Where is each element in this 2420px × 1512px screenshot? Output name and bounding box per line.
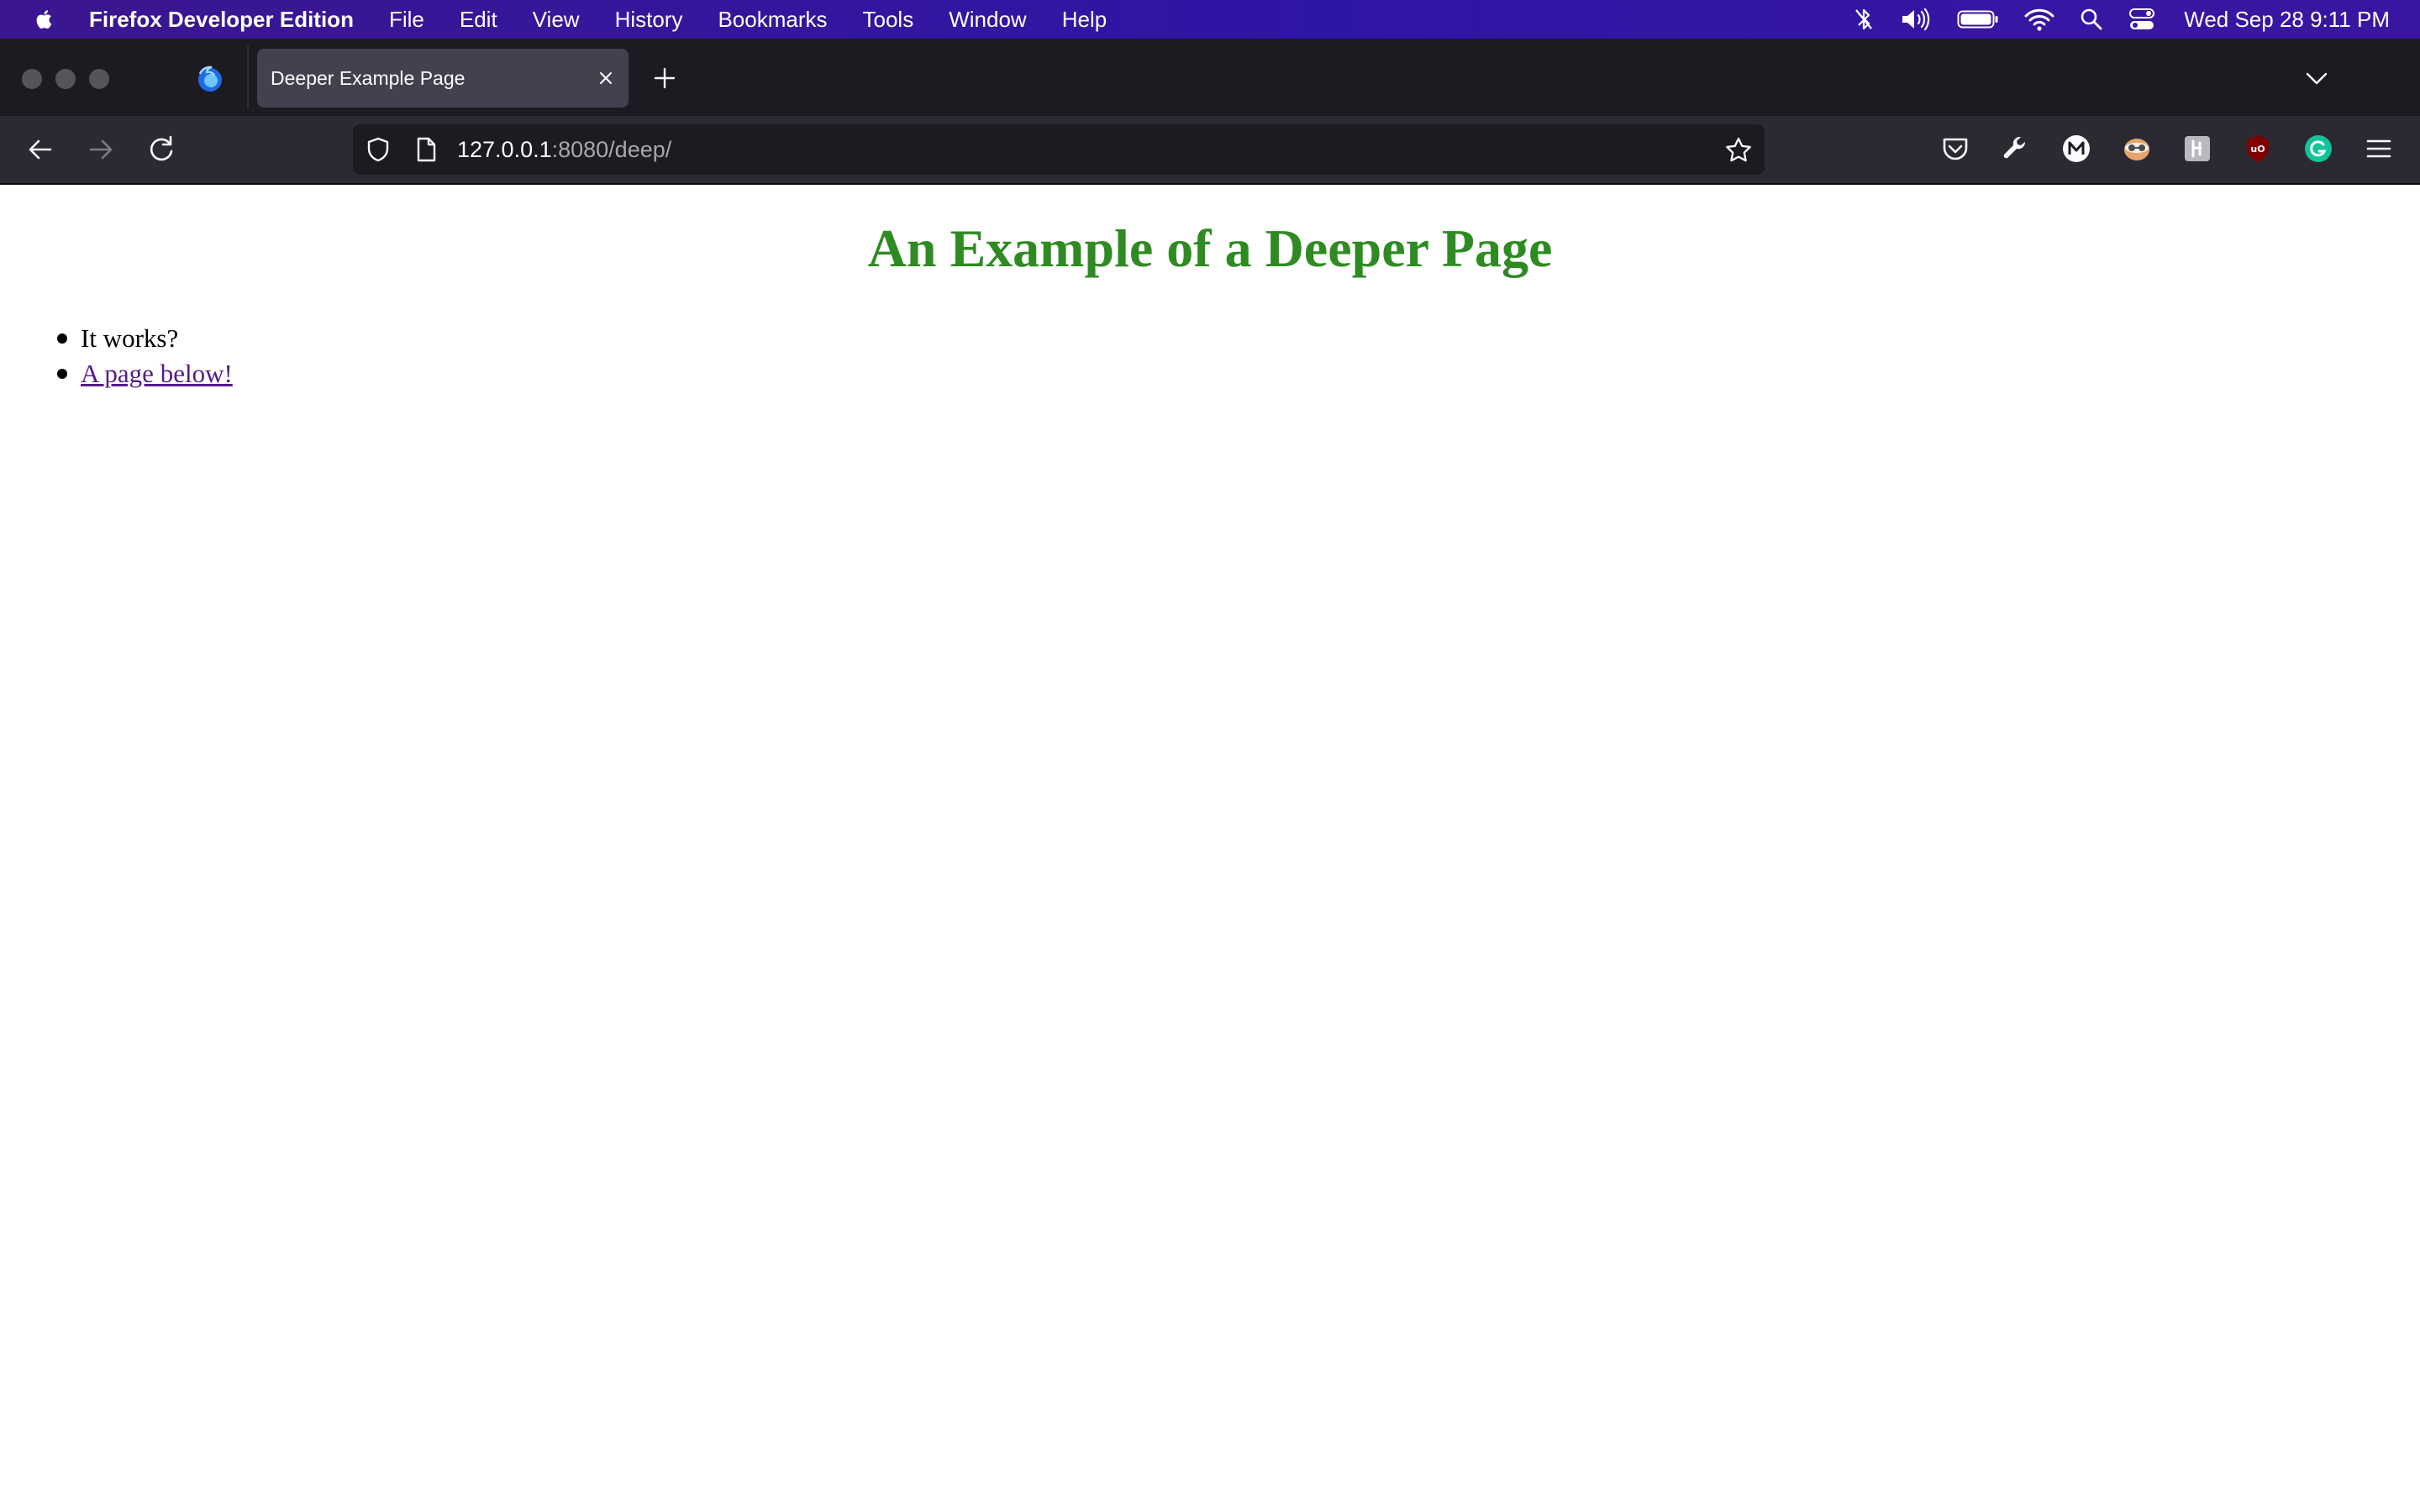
list-all-tabs-chevron-down-icon[interactable] <box>2304 66 2329 91</box>
back-arrow-icon[interactable] <box>24 133 57 166</box>
forward-arrow-icon[interactable] <box>84 133 118 166</box>
svg-text:uO: uO <box>2250 144 2265 155</box>
pocket-icon[interactable] <box>1939 133 1971 165</box>
window-minimize-button[interactable] <box>55 69 76 89</box>
menu-view[interactable]: View <box>533 0 580 39</box>
menu-bookmarks[interactable]: Bookmarks <box>718 0 827 39</box>
window-close-button[interactable] <box>22 69 42 89</box>
menu-window[interactable]: Window <box>949 0 1026 39</box>
volume-icon[interactable] <box>1900 7 1932 32</box>
menu-edit[interactable]: Edit <box>460 0 497 39</box>
menubar-clock[interactable]: Wed Sep 28 9:11 PM <box>2184 7 2390 33</box>
menu-history[interactable]: History <box>615 0 683 39</box>
ublock-origin-icon[interactable]: uO <box>2242 133 2274 165</box>
list-item: A page below! <box>57 356 233 391</box>
page-info-icon[interactable] <box>413 136 439 163</box>
page-bullet-list: It works? A page below! <box>57 321 233 391</box>
menu-file[interactable]: File <box>389 0 424 39</box>
firefox-view-icon[interactable] <box>195 64 225 94</box>
bookmark-star-icon[interactable] <box>1724 136 1753 165</box>
reload-icon[interactable] <box>145 133 178 166</box>
tab-strip: Deeper Example Page <box>0 39 2420 116</box>
privacy-badger-icon[interactable] <box>2121 133 2153 165</box>
tab-close-icon[interactable] <box>595 67 617 89</box>
url-bar[interactable]: 127.0.0.1:8080/deep/ <box>353 124 1765 175</box>
control-center-icon[interactable] <box>2128 8 2155 31</box>
apple-logo-icon[interactable] <box>32 7 57 32</box>
status-area: Wed Sep 28 9:11 PM <box>1828 0 2390 39</box>
extension-icon[interactable] <box>2181 133 2213 165</box>
spotlight-search-icon[interactable] <box>2080 8 2103 31</box>
wifi-icon[interactable] <box>2024 7 2054 32</box>
macos-menu-bar: Firefox Developer Edition File Edit View… <box>0 0 2420 39</box>
m-extension-icon[interactable] <box>2060 133 2092 165</box>
bluetooth-off-icon[interactable] <box>1853 7 1875 32</box>
battery-icon[interactable] <box>1957 8 1999 30</box>
tab-deeper-example-page[interactable]: Deeper Example Page <box>257 49 629 108</box>
list-item-text: It works? <box>81 323 179 353</box>
app-menu-hamburger-icon[interactable] <box>2363 133 2395 165</box>
url-text[interactable]: 127.0.0.1:8080/deep/ <box>457 124 671 175</box>
developer-tools-wrench-icon[interactable] <box>2000 133 2032 165</box>
window-zoom-button[interactable] <box>89 69 109 89</box>
grammarly-icon[interactable] <box>2302 133 2334 165</box>
tracking-protection-shield-icon[interactable] <box>365 136 392 163</box>
url-host: 127.0.0.1 <box>457 137 552 162</box>
new-tab-icon[interactable] <box>652 66 677 91</box>
page-heading: An Example of a Deeper Page <box>867 218 1553 278</box>
menu-items: Firefox Developer Edition File Edit View… <box>89 0 1142 39</box>
menu-help[interactable]: Help <box>1062 0 1107 39</box>
url-path: :8080/deep/ <box>551 137 672 162</box>
web-page-content: An Example of a Deeper Page It works? A … <box>0 185 2420 1512</box>
menu-tools[interactable]: Tools <box>863 0 914 39</box>
tab-title: Deeper Example Page <box>271 67 466 89</box>
list-item: It works? <box>57 321 233 356</box>
page-below-link[interactable]: A page below! <box>81 359 233 388</box>
navigation-toolbar: 127.0.0.1:8080/deep/ uO <box>0 116 2420 185</box>
tab-separator <box>247 45 249 109</box>
menu-app-name[interactable]: Firefox Developer Edition <box>89 0 354 39</box>
